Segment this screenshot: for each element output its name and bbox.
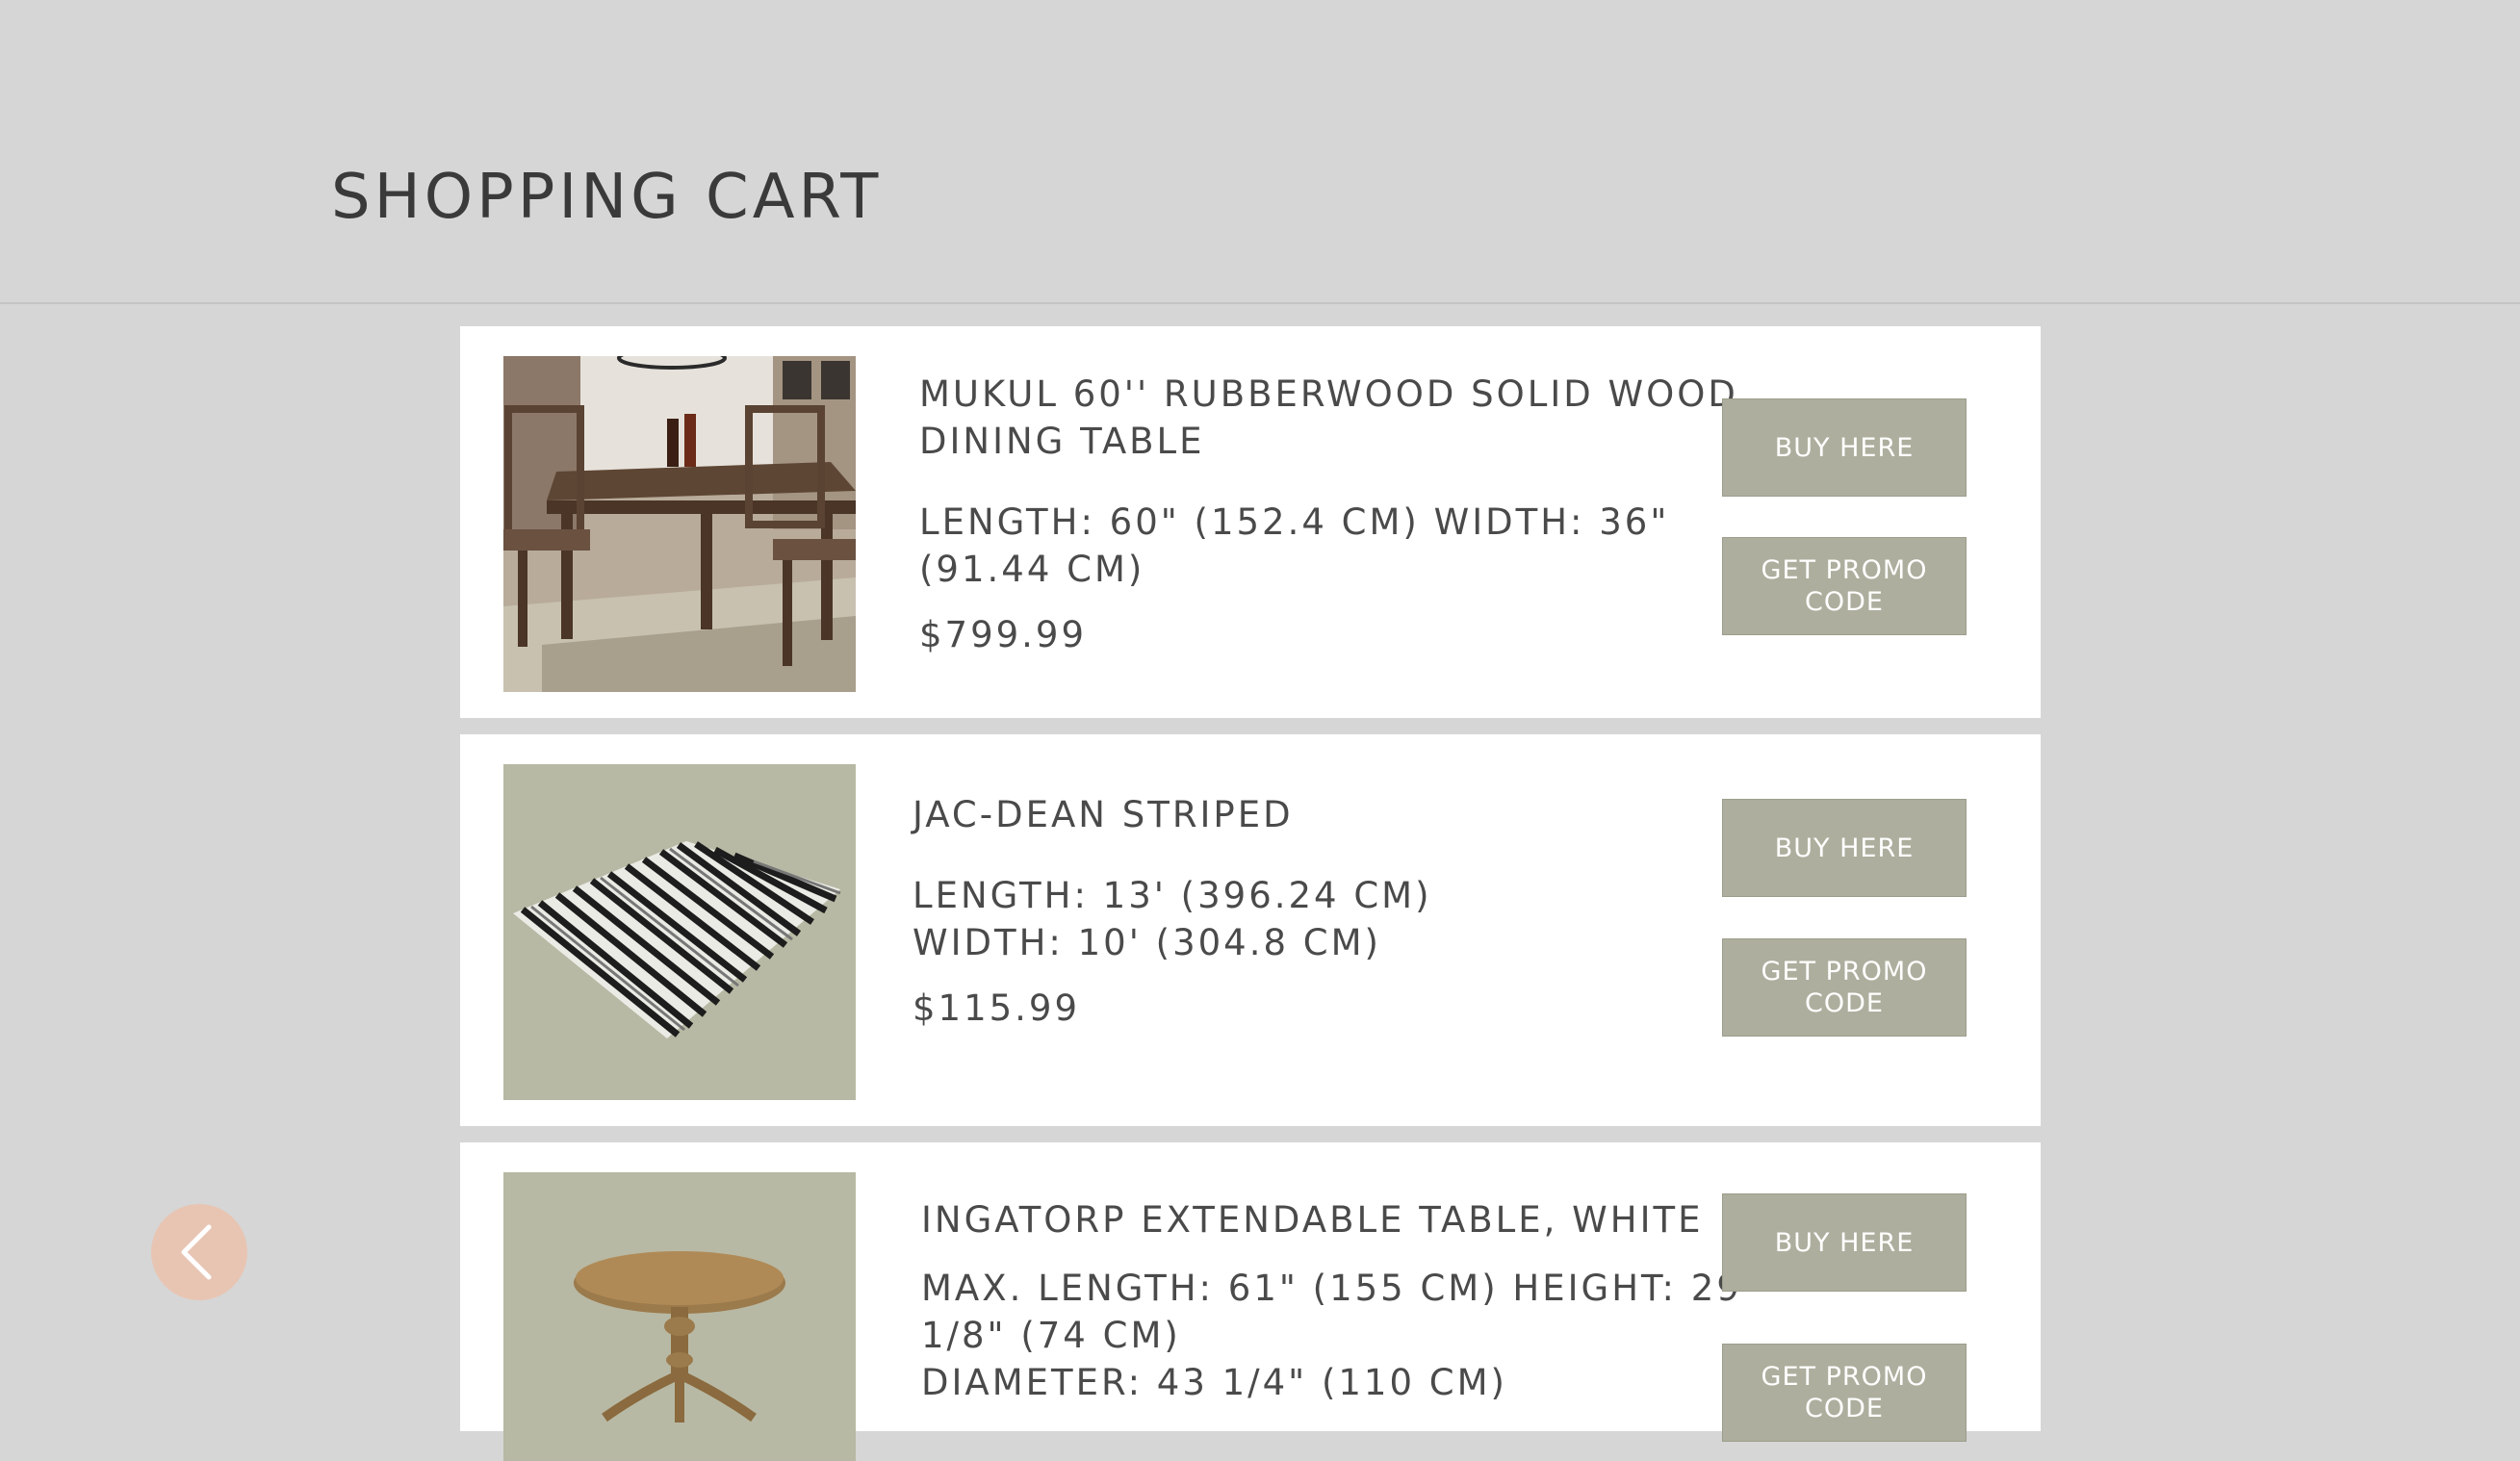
striped-rug-image bbox=[503, 764, 856, 1100]
item-name: JAC-DEAN STRIPED bbox=[913, 794, 1294, 835]
item-info: MUKUL 60'' RUBBERWOOD SOLID WOOD DINING … bbox=[919, 371, 1738, 658]
buy-here-button[interactable]: BUY HERE bbox=[1722, 398, 1967, 497]
get-promo-code-button[interactable]: GET PROMO CODE bbox=[1722, 537, 1967, 635]
item-dimensions: 1/8" (74 CM) bbox=[921, 1315, 1181, 1356]
dining-table-image bbox=[503, 356, 856, 692]
cart-item: INGATORP EXTENDABLE TABLE, WHITE MAX. LE… bbox=[460, 1142, 2041, 1461]
item-price: $115.99 bbox=[913, 987, 1081, 1029]
cart-item: MUKUL 60'' RUBBERWOOD SOLID WOOD DINING … bbox=[460, 326, 2041, 718]
round-table-image bbox=[503, 1172, 856, 1461]
chevron-left-icon bbox=[181, 1224, 212, 1280]
page-title: SHOPPING CART bbox=[331, 162, 883, 233]
item-dimensions: MAX. LENGTH: 61" (155 CM) HEIGHT: 29 bbox=[921, 1268, 1742, 1309]
item-name: DINING TABLE bbox=[919, 421, 1205, 462]
get-promo-code-button[interactable]: GET PROMO CODE bbox=[1722, 938, 1967, 1037]
back-button[interactable] bbox=[151, 1204, 247, 1300]
item-dimensions: LENGTH: 60" (152.4 CM) WIDTH: 36" bbox=[919, 501, 1670, 543]
item-dimensions: DIAMETER: 43 1/4" (110 CM) bbox=[921, 1362, 1507, 1403]
item-price: $799.99 bbox=[919, 614, 1088, 655]
header: SHOPPING CART bbox=[0, 0, 2520, 304]
item-dimensions: LENGTH: 13' (396.24 CM) bbox=[913, 875, 1432, 916]
item-name: INGATORP EXTENDABLE TABLE, WHITE bbox=[921, 1199, 1704, 1241]
item-info: INGATORP EXTENDABLE TABLE, WHITE MAX. LE… bbox=[921, 1196, 1742, 1406]
cart-item: JAC-DEAN STRIPED LENGTH: 13' (396.24 CM)… bbox=[460, 734, 2041, 1126]
buy-here-button[interactable]: BUY HERE bbox=[1722, 799, 1967, 897]
item-dimensions: WIDTH: 10' (304.8 CM) bbox=[913, 922, 1381, 963]
item-dimensions: (91.44 CM) bbox=[919, 549, 1145, 590]
item-name: MUKUL 60'' RUBBERWOOD SOLID WOOD bbox=[919, 373, 1738, 415]
get-promo-code-button[interactable]: GET PROMO CODE bbox=[1722, 1344, 1967, 1442]
buy-here-button[interactable]: BUY HERE bbox=[1722, 1193, 1967, 1292]
item-info: JAC-DEAN STRIPED LENGTH: 13' (396.24 CM)… bbox=[913, 791, 1432, 1032]
